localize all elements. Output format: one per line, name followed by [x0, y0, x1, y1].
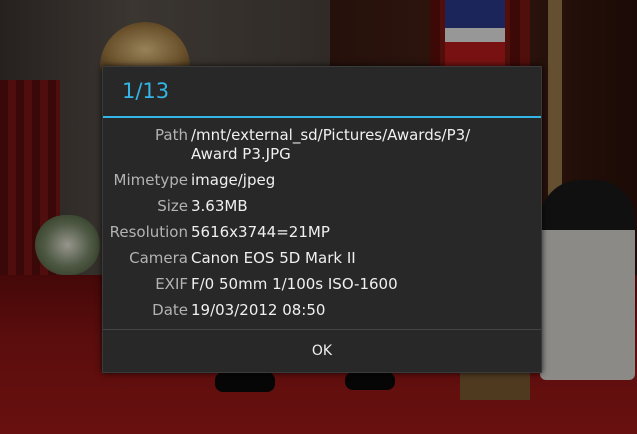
detail-row-resolution: Resolution 5616x3744=21MP [103, 223, 541, 242]
detail-value: 19/03/2012 08:50 [191, 301, 326, 319]
dialog-title: 1/13 [103, 67, 541, 118]
detail-value: F/0 50mm 1/100s ISO-1600 [191, 275, 398, 293]
detail-value: /mnt/external_sd/Pictures/Awards/P3/ Awa… [191, 126, 471, 163]
detail-label: Mimetype [113, 171, 188, 189]
detail-label: Date [152, 301, 188, 319]
detail-label: Resolution [109, 223, 188, 241]
detail-label: EXIF [155, 275, 188, 293]
detail-label: Path [155, 126, 188, 144]
detail-value: 3.63MB [191, 197, 248, 215]
dialog-button-bar: OK [103, 329, 541, 372]
detail-label: Camera [129, 249, 188, 267]
detail-value: 5616x3744=21MP [191, 223, 330, 241]
detail-row-path: Path /mnt/external_sd/Pictures/Awards/P3… [103, 126, 541, 164]
detail-value: Canon EOS 5D Mark II [191, 249, 356, 267]
detail-row-size: Size 3.63MB [103, 197, 541, 216]
detail-value: image/jpeg [191, 171, 276, 189]
ok-button[interactable]: OK [103, 330, 541, 372]
detail-label: Size [157, 197, 188, 215]
detail-row-date: Date 19/03/2012 08:50 [103, 301, 541, 320]
detail-row-exif: EXIF F/0 50mm 1/100s ISO-1600 [103, 275, 541, 294]
detail-row-camera: Camera Canon EOS 5D Mark II [103, 249, 541, 268]
detail-row-mimetype: Mimetype image/jpeg [103, 171, 541, 190]
details-dialog: 1/13 Path /mnt/external_sd/Pictures/Awar… [102, 66, 542, 373]
details-list: Path /mnt/external_sd/Pictures/Awards/P3… [103, 118, 541, 320]
